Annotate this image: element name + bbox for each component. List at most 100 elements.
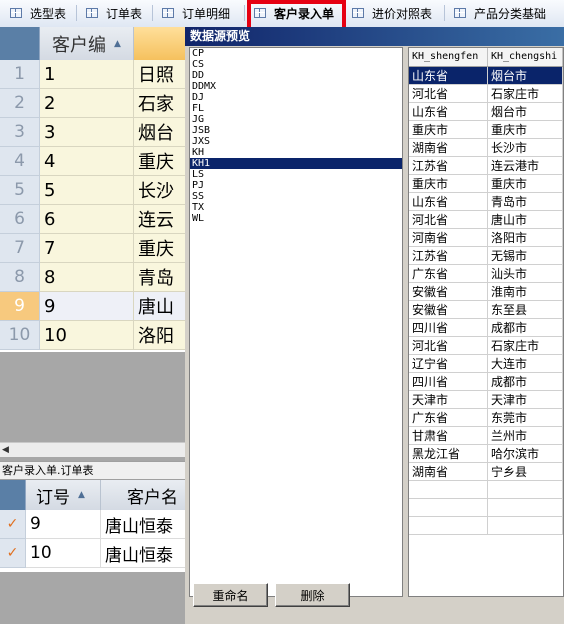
table-list-item[interactable]: DDMX xyxy=(190,81,402,92)
delete-button[interactable]: 删除 xyxy=(275,583,350,607)
customer-id-cell[interactable]: 4 xyxy=(40,147,134,176)
province-cell[interactable]: 山东省 xyxy=(409,67,488,85)
preview-row[interactable]: 黑龙江省 哈尔滨市 xyxy=(409,445,563,463)
province-cell[interactable]: 四川省 xyxy=(409,319,488,337)
city-cell[interactable]: 石家庄市 xyxy=(487,337,563,355)
subgrid-corner[interactable] xyxy=(0,480,26,510)
customer-name-cell[interactable]: 洛阳 xyxy=(134,321,190,350)
province-cell[interactable]: 四川省 xyxy=(409,373,488,391)
customer-name-cell[interactable]: 石家 xyxy=(134,89,190,118)
province-cell[interactable]: 山东省 xyxy=(409,103,488,121)
horizontal-scrollbar[interactable]: ◀ xyxy=(0,442,190,457)
preview-row[interactable]: 安徽省 东至县 xyxy=(409,301,563,319)
city-cell[interactable]: 无锡市 xyxy=(487,247,563,265)
tab-orders[interactable]: 订单表 xyxy=(86,4,142,22)
order-no-cell[interactable]: 10 xyxy=(26,539,101,568)
preview-row[interactable]: 广东省 东莞市 xyxy=(409,409,563,427)
table-row[interactable]: 9 9 唐山 xyxy=(0,292,190,321)
province-cell[interactable]: 广东省 xyxy=(409,265,488,283)
province-cell[interactable]: 河南省 xyxy=(409,229,488,247)
tab-order-details[interactable]: 订单明细 xyxy=(162,4,230,22)
province-cell[interactable]: 重庆市 xyxy=(409,121,488,139)
city-cell[interactable]: 重庆市 xyxy=(487,121,563,139)
city-cell[interactable]: 成都市 xyxy=(487,319,563,337)
province-cell[interactable]: 甘肃省 xyxy=(409,427,488,445)
province-cell[interactable]: 湖南省 xyxy=(409,139,488,157)
table-row[interactable]: 7 7 重庆 xyxy=(0,234,190,263)
customer-id-cell[interactable]: 7 xyxy=(40,234,134,263)
province-cell[interactable]: 河北省 xyxy=(409,337,488,355)
scroll-left-icon[interactable]: ◀ xyxy=(2,445,9,455)
customer-id-cell[interactable]: 9 xyxy=(40,292,134,321)
preview-row[interactable]: 河北省 石家庄市 xyxy=(409,337,563,355)
city-cell[interactable]: 天津市 xyxy=(487,391,563,409)
row-number[interactable]: 9 xyxy=(0,292,40,321)
tab-product-category[interactable]: 产品分类基础 xyxy=(454,4,546,22)
city-cell[interactable]: 东至县 xyxy=(487,301,563,319)
table-row[interactable]: ✓ 9 唐山恒泰 xyxy=(0,510,190,539)
table-list-item[interactable]: DD xyxy=(190,70,402,81)
row-number[interactable]: 5 xyxy=(0,176,40,205)
table-row[interactable]: 5 5 长沙 xyxy=(0,176,190,205)
preview-row[interactable]: 四川省 成都市 xyxy=(409,373,563,391)
row-number[interactable]: 2 xyxy=(0,89,40,118)
customer-name-cell[interactable]: 唐山恒泰 xyxy=(101,539,190,568)
tab-selection-table[interactable]: 选型表 xyxy=(10,4,66,22)
province-cell[interactable]: 天津市 xyxy=(409,391,488,409)
province-cell[interactable]: 安徽省 xyxy=(409,283,488,301)
table-list-item[interactable]: PJ xyxy=(190,180,402,191)
city-cell[interactable]: 连云港市 xyxy=(487,157,563,175)
column-header-chengshi[interactable]: KH_chengshi xyxy=(487,48,563,66)
customer-name-cell[interactable]: 长沙 xyxy=(134,176,190,205)
city-cell[interactable]: 石家庄市 xyxy=(487,85,563,103)
province-cell[interactable]: 江苏省 xyxy=(409,247,488,265)
province-cell[interactable]: 重庆市 xyxy=(409,175,488,193)
row-number[interactable]: 8 xyxy=(0,263,40,292)
customer-id-cell[interactable]: 5 xyxy=(40,176,134,205)
row-number[interactable]: 4 xyxy=(0,147,40,176)
preview-row[interactable]: 山东省 烟台市 xyxy=(409,103,563,121)
city-cell[interactable]: 烟台市 xyxy=(487,67,563,85)
preview-row[interactable]: 重庆市 重庆市 xyxy=(409,121,563,139)
table-list-item[interactable]: JG xyxy=(190,114,402,125)
province-cell[interactable]: 黑龙江省 xyxy=(409,445,488,463)
customer-id-cell[interactable]: 6 xyxy=(40,205,134,234)
column-header-customer-id[interactable]: 客户编 ▲ xyxy=(40,27,134,60)
city-cell[interactable]: 唐山市 xyxy=(487,211,563,229)
city-cell[interactable]: 兰州市 xyxy=(487,427,563,445)
column-header-order-no[interactable]: 订号 ▲ xyxy=(26,480,101,510)
table-list-item[interactable]: JSB xyxy=(190,125,402,136)
city-cell[interactable]: 哈尔滨市 xyxy=(487,445,563,463)
rename-button[interactable]: 重命名 xyxy=(193,583,268,607)
customer-name-cell[interactable]: 唐山恒泰 xyxy=(101,510,190,539)
city-cell[interactable]: 洛阳市 xyxy=(487,229,563,247)
table-list-item[interactable]: KH xyxy=(190,147,402,158)
grid-corner[interactable] xyxy=(0,27,40,60)
table-row[interactable]: ✓ 10 唐山恒泰 xyxy=(0,539,190,568)
table-list-item[interactable]: TX xyxy=(190,202,402,213)
table-list-item[interactable]: JXS xyxy=(190,136,402,147)
customer-id-cell[interactable]: 10 xyxy=(40,321,134,350)
order-no-cell[interactable]: 9 xyxy=(26,510,101,539)
preview-row[interactable]: 湖南省 长沙市 xyxy=(409,139,563,157)
preview-row[interactable]: 天津市 天津市 xyxy=(409,391,563,409)
province-cell[interactable]: 河北省 xyxy=(409,211,488,229)
preview-row[interactable]: 甘肃省 兰州市 xyxy=(409,427,563,445)
row-number[interactable]: 10 xyxy=(0,321,40,350)
row-number[interactable]: 3 xyxy=(0,118,40,147)
preview-row[interactable]: 河南省 洛阳市 xyxy=(409,229,563,247)
preview-row[interactable]: 河北省 唐山市 xyxy=(409,211,563,229)
row-number[interactable]: 6 xyxy=(0,205,40,234)
customer-id-cell[interactable]: 8 xyxy=(40,263,134,292)
column-header-shengfen[interactable]: KH_shengfen xyxy=(409,48,488,66)
preview-row[interactable]: 重庆市 重庆市 xyxy=(409,175,563,193)
customer-name-cell[interactable]: 重庆 xyxy=(134,234,190,263)
preview-row[interactable]: 辽宁省 大连市 xyxy=(409,355,563,373)
province-cell[interactable]: 安徽省 xyxy=(409,301,488,319)
column-header-selected[interactable] xyxy=(134,27,190,60)
table-list-item[interactable]: WL xyxy=(190,213,402,224)
preview-row[interactable]: 江苏省 连云港市 xyxy=(409,157,563,175)
table-row[interactable]: 10 10 洛阳 xyxy=(0,321,190,350)
tab-purchase-price[interactable]: 进价对照表 xyxy=(352,4,432,22)
table-list-item[interactable]: SS xyxy=(190,191,402,202)
